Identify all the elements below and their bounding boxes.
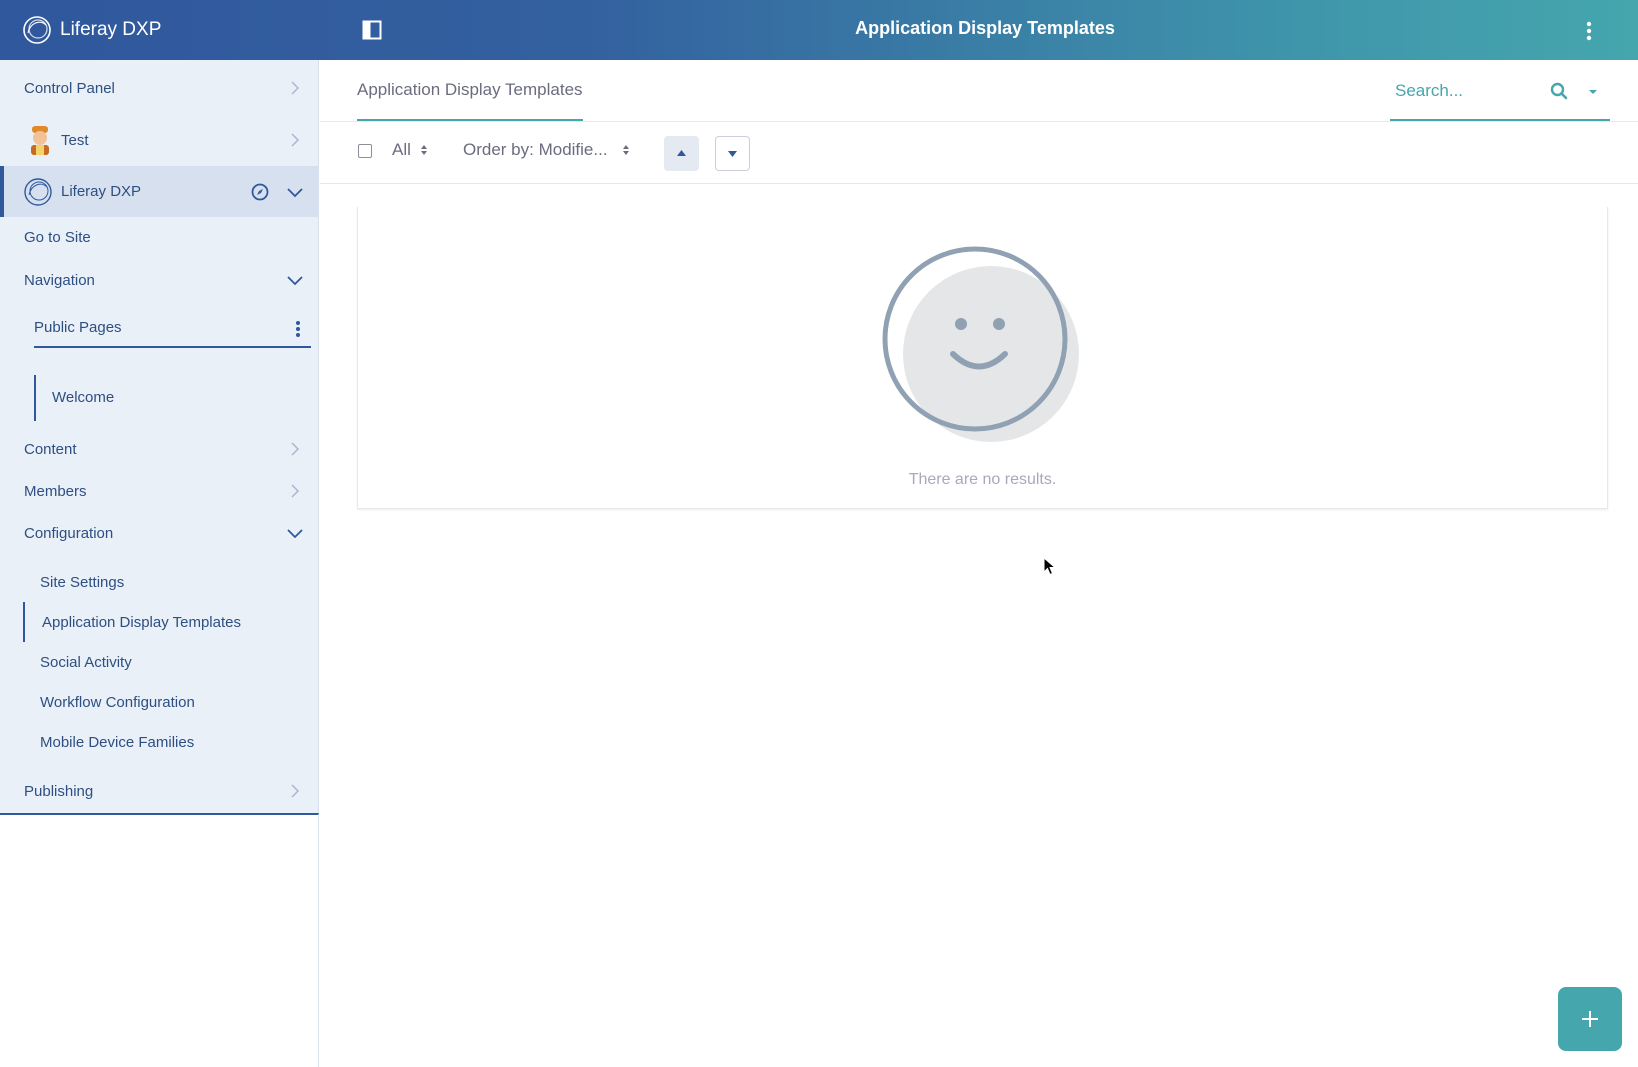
compass-icon[interactable] (251, 183, 269, 201)
tab-label: Application Display Templates (357, 80, 583, 99)
public-pages[interactable]: Public Pages (34, 310, 311, 348)
sort-ascending-button[interactable] (664, 136, 699, 171)
search-icon[interactable] (1550, 82, 1568, 100)
page-item-welcome[interactable]: Welcome (34, 375, 304, 421)
tab-application-display-templates[interactable]: Application Display Templates (357, 60, 583, 121)
panel-toggle-icon[interactable] (362, 20, 382, 40)
config-item-social-activity[interactable]: Social Activity (40, 654, 132, 671)
filter-dropdown[interactable]: All (392, 140, 428, 160)
liferay-logo-icon (23, 16, 51, 44)
chevron-right-icon (291, 484, 300, 498)
config-item-workflow-configuration[interactable]: Workflow Configuration (40, 694, 195, 711)
management-toolbar: All Order by: Modifie... (320, 122, 1638, 184)
search-input[interactable] (1395, 78, 1545, 104)
chevron-down-icon (287, 529, 303, 539)
plus-icon (1582, 1011, 1598, 1027)
sidebar-item-user[interactable]: Test (0, 118, 319, 162)
chevron-right-icon (291, 784, 300, 798)
chevron-down-icon (287, 276, 303, 286)
sidebar-item-go-to-site[interactable]: Go to Site (0, 217, 319, 257)
chevron-right-icon (291, 81, 300, 95)
config-item-application-display-templates[interactable]: Application Display Templates (42, 614, 241, 631)
sidebar-item-site[interactable]: Liferay DXP (0, 166, 319, 217)
sidebar-item-control-panel[interactable]: Control Panel (0, 68, 319, 108)
chevron-right-icon (291, 133, 300, 147)
arrow-down-icon (728, 151, 737, 157)
avatar (31, 126, 49, 155)
sidebar-item-label: Configuration (24, 524, 114, 542)
top-bar: Liferay DXP Application Display Template… (0, 0, 1638, 60)
order-by-label: Order by: Modifie... (463, 140, 608, 159)
arrow-up-icon (677, 150, 686, 156)
chevron-down-icon[interactable] (287, 184, 303, 200)
sidebar-item-label: Navigation (24, 271, 95, 289)
order-by-dropdown[interactable]: Order by: Modifie... (463, 140, 630, 160)
config-item-site-settings[interactable]: Site Settings (40, 574, 124, 591)
sidebar-item-label: Members (24, 482, 87, 500)
sort-icon (622, 145, 629, 155)
kebab-icon[interactable] (1582, 18, 1596, 44)
sort-descending-button[interactable] (715, 136, 750, 171)
mouse-cursor-icon (1043, 557, 1057, 576)
sidebar-item-label: Liferay DXP (61, 183, 142, 200)
empty-state: There are no results. (357, 207, 1608, 509)
brand[interactable]: Liferay DXP (22, 14, 161, 46)
sort-icon (420, 145, 427, 155)
chevron-right-icon (291, 442, 300, 456)
sidebar-item-label: Test (61, 131, 89, 149)
search-box (1390, 60, 1610, 121)
sidebar-item-label: Content (24, 440, 77, 458)
sidebar-item-configuration[interactable]: Configuration (0, 513, 319, 553)
sidebar-item-content[interactable]: Content (0, 429, 319, 469)
liferay-logo-icon (24, 178, 52, 206)
sidebar-item-navigation[interactable]: Navigation (0, 260, 319, 300)
select-all-checkbox[interactable] (358, 144, 372, 158)
page-item-label: Welcome (52, 389, 115, 406)
add-button[interactable] (1558, 987, 1622, 1051)
sidebar-empty-area (0, 813, 319, 1067)
sidebar-item-publishing[interactable]: Publishing (0, 769, 319, 813)
page-title: Application Display Templates (855, 18, 1115, 38)
empty-message: There are no results. (908, 471, 1057, 488)
sidebar-item-label: Publishing (24, 782, 94, 800)
smiley-icon (882, 246, 1079, 442)
sidebar: Control Panel Test Liferay DXP Go to Sit… (0, 60, 319, 813)
brand-name: Liferay DXP (60, 19, 162, 40)
sidebar-item-label: Control Panel (24, 79, 115, 97)
caret-down-icon[interactable] (1588, 88, 1598, 96)
kebab-icon[interactable] (295, 320, 301, 338)
config-item-mobile-device-families[interactable]: Mobile Device Families (40, 734, 194, 751)
sidebar-item-members[interactable]: Members (0, 471, 319, 511)
public-pages-label: Public Pages (34, 319, 122, 336)
sidebar-item-label: Go to Site (24, 228, 91, 246)
filter-label: All (392, 140, 411, 159)
active-indicator (23, 602, 25, 642)
